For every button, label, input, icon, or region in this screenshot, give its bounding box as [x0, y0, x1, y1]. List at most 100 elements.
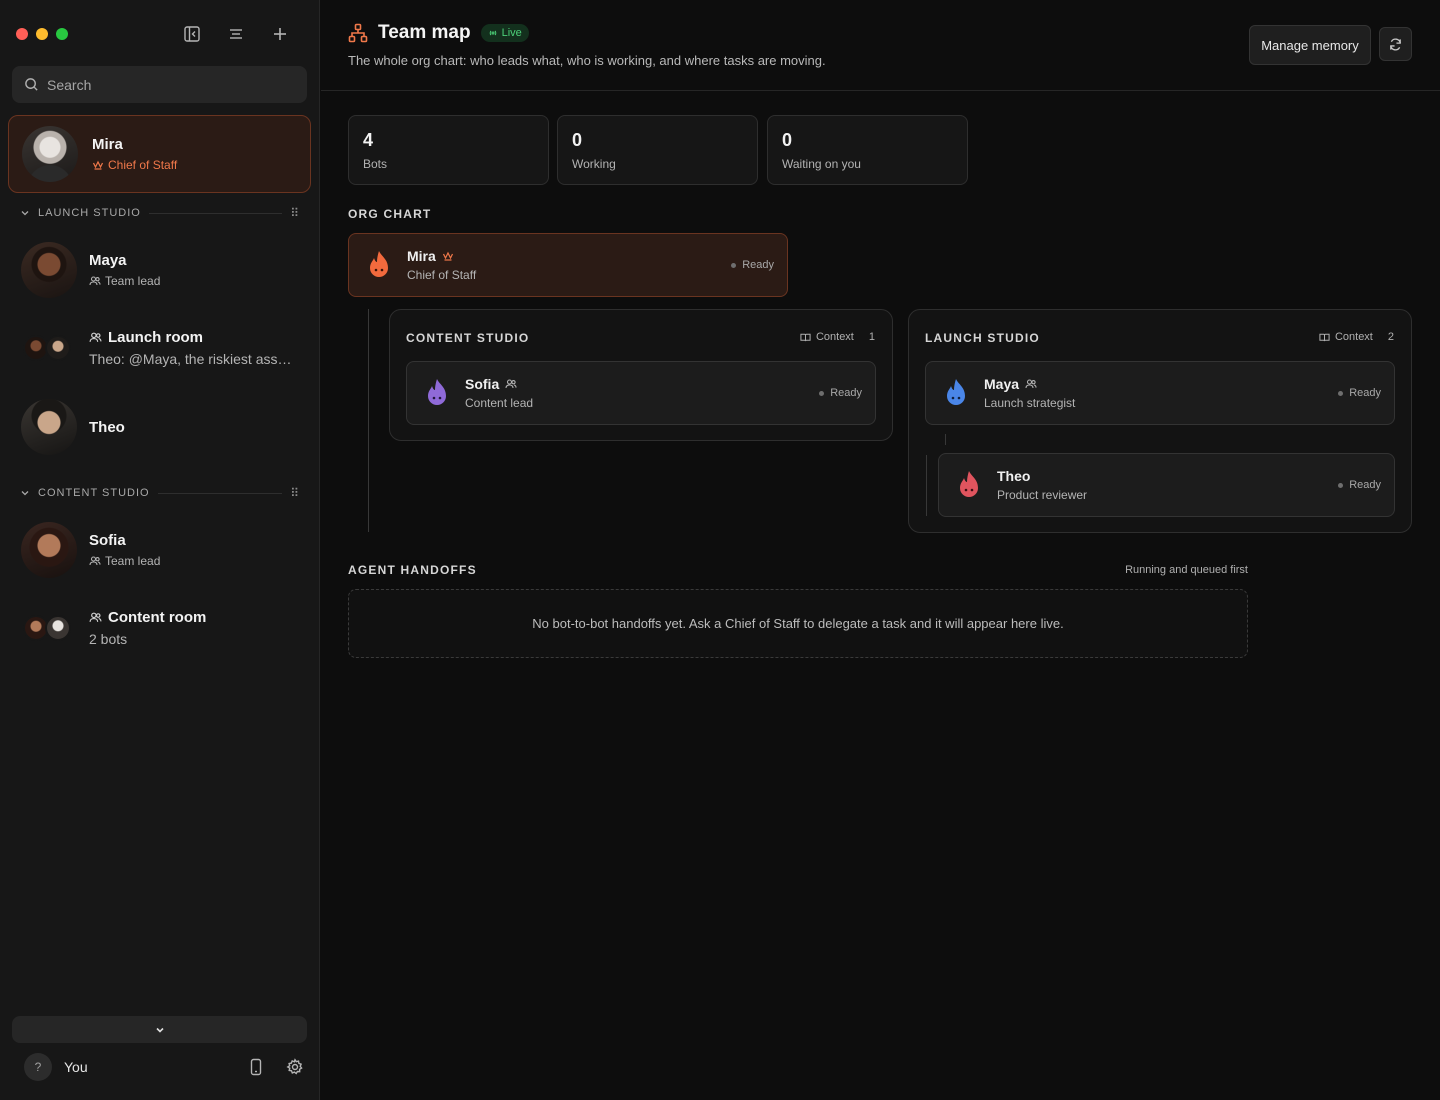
book-icon — [1319, 333, 1330, 341]
page-subtitle: The whole org chart: who leads what, who… — [348, 53, 826, 68]
stat-value: 4 — [363, 130, 374, 150]
stat-label: Bots — [363, 157, 388, 171]
stat-card-working: 0 Working — [557, 115, 758, 185]
handoffs-empty-state: No bot-to-bot handoffs yet. Ask a Chief … — [348, 589, 1248, 658]
context-count: 1 — [868, 331, 875, 343]
context-label: Context — [1334, 331, 1373, 343]
status-badge: Ready — [1338, 479, 1381, 491]
section-title: CONTENT STUDIO — [38, 487, 150, 499]
pinned-name: Mira — [92, 136, 123, 153]
crown-icon — [92, 160, 104, 170]
team-connector-line — [945, 434, 946, 445]
manage-memory-button[interactable]: Manage memory — [1249, 25, 1371, 65]
org-connector-line — [368, 309, 369, 532]
pinned-chief-card[interactable]: Mira Chief of Staff — [8, 115, 311, 193]
member-role: Launch strategist — [984, 396, 1076, 410]
item-role: Team lead — [89, 554, 160, 568]
context-label: Context — [815, 331, 854, 343]
item-name: Maya — [89, 252, 127, 269]
stat-value: 0 — [572, 130, 583, 150]
menu-icon[interactable] — [224, 22, 248, 46]
org-chart-label: ORG CHART — [348, 207, 432, 221]
book-icon — [800, 333, 811, 341]
sidebar-item-theo[interactable]: Theo — [8, 392, 311, 462]
stat-card-bots: 4 Bots — [348, 115, 549, 185]
chief-card-mira[interactable]: Mira Chief of Staff Ready — [348, 233, 788, 297]
team-connector-line — [926, 455, 927, 516]
context-count: 2 — [1387, 331, 1394, 343]
sidebar-item-launch-room[interactable]: Launch room Theo: @Maya, the riskiest as… — [8, 313, 311, 383]
chief-name: Mira — [407, 248, 436, 264]
flame-avatar-icon — [947, 379, 965, 405]
page-header: Team map Live The whole org chart: who l… — [321, 0, 1440, 91]
item-role-label: Team lead — [105, 554, 161, 568]
refresh-button[interactable] — [1379, 27, 1412, 61]
title-row: Team map Live — [348, 22, 529, 44]
room-avatars — [21, 600, 77, 656]
team-lead-icon — [505, 379, 517, 389]
status-label: Ready — [1349, 479, 1381, 491]
team-lead-icon — [1025, 379, 1037, 389]
context-button[interactable]: Context 1 — [800, 331, 875, 343]
team-icon — [89, 556, 101, 566]
sidebar-item-maya[interactable]: Maya Team lead — [8, 235, 311, 305]
sidebar: Mira Chief of Staff LAUNCH STUDIO ⠿ Maya… — [0, 0, 320, 1100]
close-window-button[interactable] — [16, 28, 28, 40]
agent-card-maya[interactable]: Maya Launch strategist Ready — [925, 361, 1395, 425]
section-header-content-studio[interactable]: CONTENT STUDIO ⠿ — [20, 486, 300, 500]
theo-avatar — [21, 399, 77, 455]
agent-name: Mira — [407, 248, 476, 264]
drag-handle-icon[interactable]: ⠿ — [290, 486, 300, 500]
collapse-button[interactable] — [12, 1016, 307, 1043]
room-title: Content room — [89, 609, 294, 626]
stat-value: 0 — [782, 130, 793, 150]
section-header-launch-studio[interactable]: LAUNCH STUDIO ⠿ — [20, 206, 300, 220]
search-input[interactable] — [47, 76, 287, 93]
context-button[interactable]: Context 2 — [1319, 331, 1394, 343]
maximize-window-button[interactable] — [56, 28, 68, 40]
mobile-device-icon[interactable] — [248, 1058, 264, 1076]
stat-label: Working — [572, 157, 616, 171]
user-avatar[interactable]: ? — [24, 1053, 52, 1081]
member-name: Sofia — [465, 376, 500, 392]
room-name: Content room — [108, 609, 207, 626]
item-name: Theo — [89, 418, 125, 436]
room-bot-count: 2 bots — [89, 631, 128, 647]
status-badge: Ready — [731, 259, 774, 271]
toggle-sidebar-icon[interactable] — [180, 22, 204, 46]
search-icon — [25, 78, 38, 91]
section-divider — [148, 212, 283, 214]
footer-icons — [248, 1058, 304, 1076]
maya-avatar — [21, 242, 77, 298]
room-avatars — [21, 320, 77, 376]
handoffs-label: AGENT HANDOFFS — [348, 563, 477, 577]
group-icon — [89, 332, 102, 342]
flame-avatar-icon — [428, 379, 446, 405]
search-box[interactable] — [12, 66, 307, 103]
sidebar-item-sofia[interactable]: Sofia Team lead — [8, 515, 311, 585]
handoffs-sort-note: Running and queued first — [1125, 564, 1248, 576]
status-label: Ready — [1349, 387, 1381, 399]
agent-card-theo[interactable]: Theo Product reviewer Ready — [938, 453, 1395, 517]
agent-name: Maya — [984, 376, 1075, 392]
new-chat-plus-icon[interactable] — [268, 22, 292, 46]
team-icon — [89, 276, 101, 286]
live-label: Live — [501, 27, 522, 39]
agent-card-sofia[interactable]: Sofia Content lead Ready — [406, 361, 876, 425]
section-divider — [157, 492, 283, 494]
drag-handle-icon[interactable]: ⠿ — [290, 206, 300, 220]
chief-role: Chief of Staff — [407, 268, 477, 282]
gear-icon[interactable] — [286, 1058, 304, 1076]
user-label[interactable]: You — [64, 1059, 88, 1075]
team-box-launch-studio: LAUNCH STUDIO Context 2 Maya Launch stra… — [908, 309, 1412, 533]
room-last-message: Theo: @Maya, the riskiest assu... — [89, 351, 294, 367]
sidebar-item-content-room[interactable]: Content room 2 bots — [8, 593, 311, 663]
minimize-window-button[interactable] — [36, 28, 48, 40]
agent-name: Sofia — [465, 376, 533, 392]
team-box-content-studio: CONTENT STUDIO Context 1 Sofia Content l… — [389, 309, 893, 441]
sofia-avatar — [21, 522, 77, 578]
member-role: Content lead — [465, 396, 534, 410]
chevron-down-icon — [21, 491, 29, 496]
crown-icon — [442, 251, 453, 261]
sidebar-toolbar — [180, 22, 292, 46]
